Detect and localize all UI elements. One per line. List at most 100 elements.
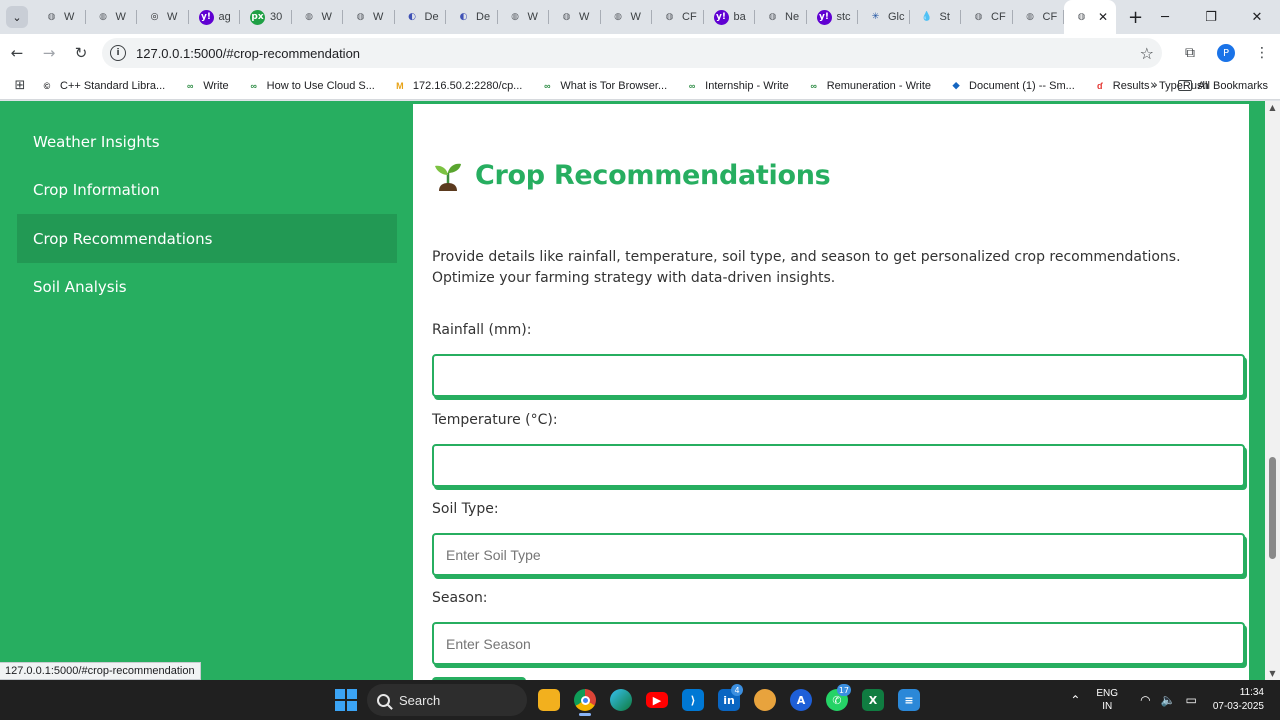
browser-tab[interactable]: y! stc <box>807 0 859 34</box>
browser-tab[interactable]: ◍ W <box>601 0 653 34</box>
tab-title: Ne <box>785 11 800 23</box>
bookmark-favicon-icon: ∞ <box>250 80 257 91</box>
scroll-down-arrow-icon[interactable]: ▼ <box>1268 669 1277 678</box>
browser-tab[interactable]: ◍ W <box>34 0 86 34</box>
show-hidden-icons-chevron-icon[interactable]: ⌃ <box>1070 693 1080 707</box>
tab-title: W <box>321 11 332 23</box>
sidebar-item-label: Weather Insights <box>33 132 160 151</box>
browser-tab[interactable]: ◐ De <box>395 0 447 34</box>
tab-favicon-icon: y! <box>198 9 214 25</box>
back-button[interactable]: ← <box>2 38 32 68</box>
vscode-icon[interactable]: ⟩ <box>675 684 711 716</box>
browser-tab[interactable]: ✳ Glc <box>858 0 910 34</box>
excel-icon[interactable]: X <box>855 684 891 716</box>
minimize-button[interactable]: ─ <box>1142 0 1188 34</box>
browser-tab[interactable]: ◍ CF <box>961 0 1013 34</box>
whatsapp-badge: 17 <box>836 684 851 696</box>
tab-title: De <box>476 11 491 23</box>
taskbar-search[interactable]: Search <box>367 684 527 716</box>
file-explorer-icon[interactable] <box>531 684 567 716</box>
youtube-icon[interactable]: ▶ <box>639 684 675 716</box>
tab-favicon-icon: ◍ <box>305 12 313 22</box>
whatsapp-icon[interactable]: ✆ 17 <box>819 684 855 716</box>
browser-tab-active[interactable]: ◍ ✕ <box>1064 0 1116 34</box>
rainfall-input[interactable] <box>432 354 1245 397</box>
edge-icon[interactable] <box>603 684 639 716</box>
bookmark-item[interactable]: ∞ Internship - Write <box>685 79 789 93</box>
app-store-icon[interactable]: A <box>783 684 819 716</box>
reload-button[interactable]: ↻ <box>66 38 96 68</box>
bookmark-item[interactable]: ∞ Write <box>183 79 229 93</box>
tab-favicon-icon: y! <box>713 9 729 25</box>
url-text[interactable]: 127.0.0.1:5000/#crop-recommendation <box>136 46 360 61</box>
browser-tab[interactable]: ◍ W <box>86 0 138 34</box>
new-tab-button[interactable]: + <box>1128 7 1143 28</box>
bookmark-item[interactable]: M 172.16.50.2:2280/cp... <box>393 79 522 93</box>
language-indicator[interactable]: ENG IN <box>1096 687 1118 713</box>
linkedin-badge: 4 <box>731 684 743 696</box>
browser-tab[interactable]: ◍ W <box>292 0 344 34</box>
sidebar-item-soil-analysis[interactable]: Soil Analysis <box>17 262 397 311</box>
browser-tab[interactable]: ◍ W <box>498 0 550 34</box>
sidebar-item-crop-information[interactable]: Crop Information <box>17 165 397 214</box>
soil-type-input[interactable] <box>432 533 1245 576</box>
bookmark-item[interactable]: ∞ How to Use Cloud S... <box>247 79 374 93</box>
browser-tab[interactable]: 💧 St <box>910 0 962 34</box>
chrome-icon[interactable] <box>567 684 603 716</box>
bookmark-star-icon[interactable]: ☆ <box>1140 44 1154 63</box>
forward-button[interactable]: → <box>34 38 64 68</box>
browser-tab[interactable]: ◍ CF <box>1013 0 1065 34</box>
sidebar-item-weather-insights[interactable]: Weather Insights <box>17 117 397 166</box>
close-tab-icon[interactable]: ✕ <box>1098 10 1108 24</box>
address-bar[interactable]: i 127.0.0.1:5000/#crop-recommendation ☆ <box>102 38 1162 68</box>
volume-icon[interactable]: 🔈 <box>1161 693 1176 707</box>
bookmark-label: Internship - Write <box>705 79 789 92</box>
bookmark-list: © C++ Standard Libra... ∞ Write ∞ How to Use … <box>40 79 1227 93</box>
browser-tab[interactable]: y! ag <box>189 0 241 34</box>
season-input[interactable] <box>432 622 1245 665</box>
more-bookmarks-icon[interactable]: » <box>1150 78 1158 93</box>
battery-icon[interactable]: ▭ <box>1186 693 1197 707</box>
bookmark-item[interactable]: ∞ What is Tor Browser... <box>540 79 667 93</box>
all-bookmarks-button[interactable]: All Bookmarks <box>1177 80 1268 92</box>
bookmark-label: What is Tor Browser... <box>560 79 668 92</box>
apps-grid-icon[interactable]: ⊞ <box>0 78 40 93</box>
close-window-button[interactable]: ✕ <box>1234 0 1280 34</box>
bookmark-item[interactable]: ∞ Remuneration - Write <box>807 79 931 93</box>
browser-tab[interactable]: ◍ W <box>549 0 601 34</box>
bookmark-label: C++ Standard Libra... <box>60 79 166 92</box>
rainfall-label: Rainfall (mm): <box>432 322 532 338</box>
maximize-button[interactable]: ❐ <box>1188 0 1234 34</box>
linkedin-icon[interactable]: in 4 <box>711 684 747 716</box>
wifi-icon[interactable]: ◠ <box>1140 693 1150 707</box>
extensions-icon[interactable]: ⧉ <box>1172 45 1208 61</box>
notepad-icon[interactable]: ≡ <box>891 684 927 716</box>
browser-tab[interactable]: px 30 <box>240 0 292 34</box>
browser-tab[interactable]: ◍ CF <box>652 0 704 34</box>
profile-avatar[interactable]: P <box>1217 44 1235 62</box>
scroll-up-arrow-icon[interactable]: ▲ <box>1268 103 1277 112</box>
temperature-input[interactable] <box>432 444 1245 487</box>
clock[interactable]: 11:34 07-03-2025 <box>1213 686 1264 714</box>
page-description: Provide details like rainfall, temperatu… <box>432 249 1181 286</box>
tab-favicon-icon: ◍ <box>1026 12 1034 22</box>
menu-kebab-icon[interactable]: ⋮ <box>1244 45 1280 61</box>
sidebar-item-crop-recommendations[interactable]: Crop Recommendations <box>17 214 397 263</box>
bookmark-item[interactable]: ◆ Document (1) -- Sm... <box>949 79 1075 93</box>
tab-favicon-icon: 💧 <box>921 12 933 22</box>
browser-tab[interactable]: ◍ Ne <box>755 0 807 34</box>
bookmark-item[interactable]: © C++ Standard Libra... <box>40 79 166 93</box>
browser-tab[interactable]: ◍ W <box>343 0 395 34</box>
page-scrollbar[interactable]: ▲ ▼ <box>1265 101 1280 680</box>
scrollbar-thumb[interactable] <box>1269 457 1276 559</box>
page-viewport: Weather Insights Crop Information Crop R… <box>0 101 1280 680</box>
site-info-icon[interactable]: i <box>110 45 126 61</box>
medal-app-icon[interactable] <box>747 684 783 716</box>
windows-start-icon[interactable] <box>335 689 357 711</box>
browser-tab[interactable]: y! ba <box>704 0 756 34</box>
browser-tab[interactable]: ◐ De <box>446 0 498 34</box>
page-title: Crop Recommendations <box>433 159 831 191</box>
tab-search-button[interactable]: ⌄ <box>6 6 28 28</box>
toolbar-actions: ⧉ P ⋮ <box>1172 38 1280 68</box>
browser-tab[interactable]: ◎ W <box>137 0 189 34</box>
